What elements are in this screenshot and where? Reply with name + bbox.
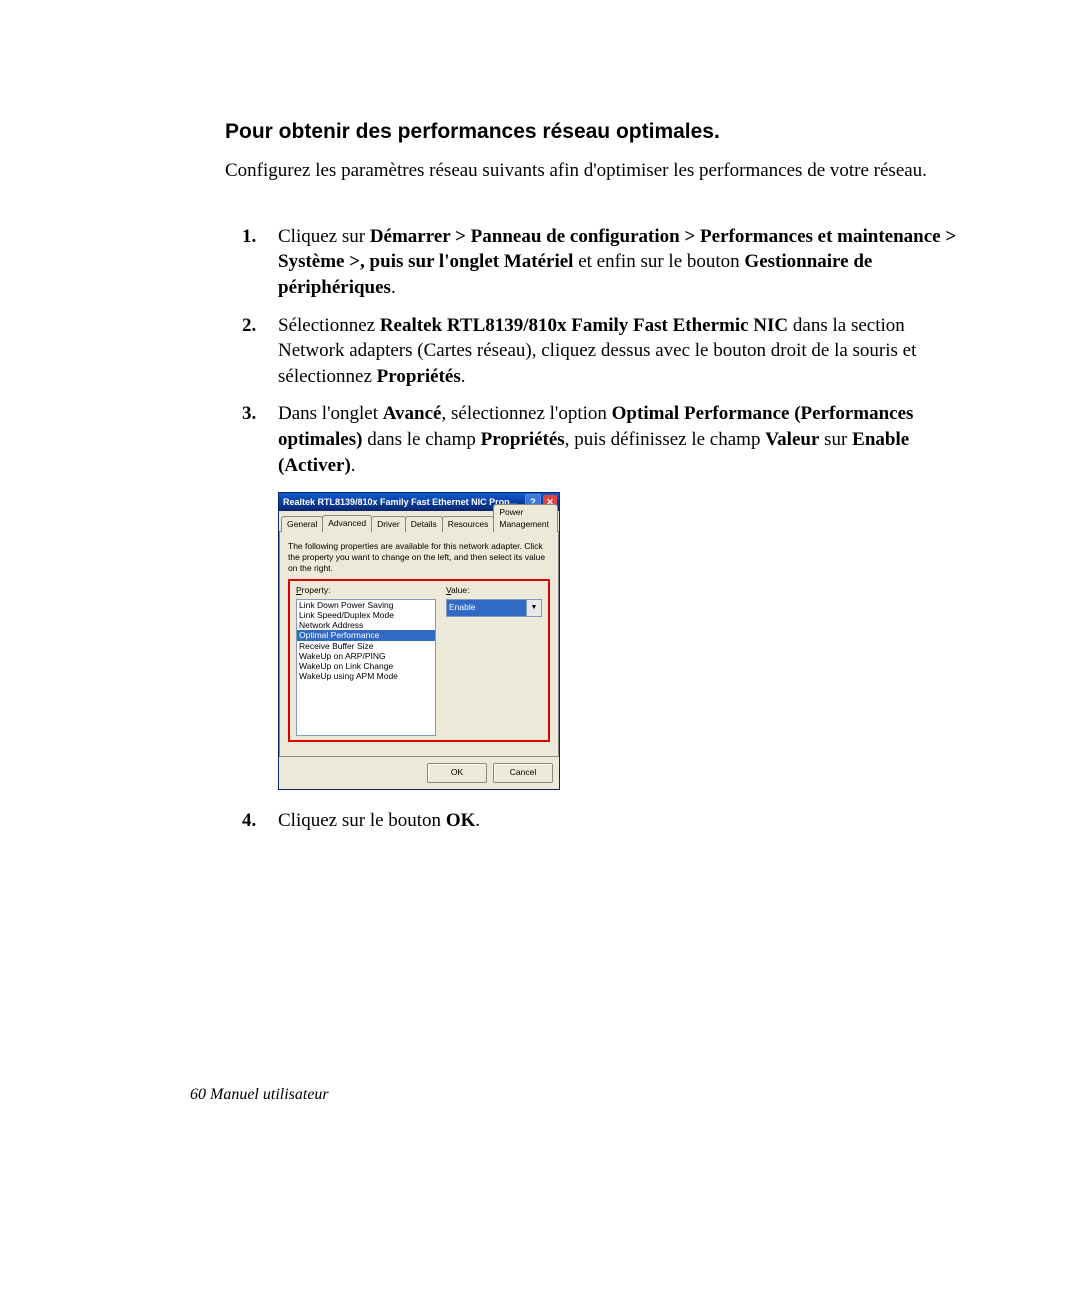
list-item[interactable]: WakeUp on ARP/PING	[297, 651, 435, 661]
list-item[interactable]: Receive Buffer Size	[297, 641, 435, 651]
value-label: Value:	[446, 585, 542, 596]
property-label: Property:	[296, 585, 436, 596]
tab-advanced[interactable]: Advanced	[322, 515, 372, 532]
text-bold: OK	[446, 810, 476, 831]
text: .	[475, 810, 480, 831]
label-rest: alue:	[451, 585, 469, 595]
text: Dans l'onglet	[278, 403, 383, 424]
step-1: Cliquez sur Démarrer > Panneau de config…	[278, 224, 975, 301]
text: Sélectionnez	[278, 315, 380, 336]
list-item-selected[interactable]: Optimal Performance	[297, 630, 435, 640]
text-bold: Valeur	[765, 429, 819, 450]
property-listbox[interactable]: Link Down Power Saving Link Speed/Duplex…	[296, 599, 436, 736]
value-column: Value: Enable ▼	[446, 585, 542, 735]
property-column: Property: Link Down Power Saving Link Sp…	[296, 585, 436, 735]
instruction-text: The following properties are available f…	[288, 541, 550, 573]
list-item[interactable]: WakeUp on Link Change	[297, 661, 435, 671]
ok-button[interactable]: OK	[427, 763, 487, 783]
text: .	[391, 277, 396, 298]
text-bold: Propriétés	[481, 429, 565, 450]
list-item[interactable]: Link Speed/Duplex Mode	[297, 610, 435, 620]
chevron-down-icon[interactable]: ▼	[526, 600, 541, 616]
tab-driver[interactable]: Driver	[371, 516, 406, 532]
list-item[interactable]: WakeUp using APM Mode	[297, 671, 435, 681]
tab-details[interactable]: Details	[405, 516, 443, 532]
step-2: Sélectionnez Realtek RTL8139/810x Family…	[278, 313, 975, 390]
text: sur	[819, 429, 852, 450]
cancel-button[interactable]: Cancel	[493, 763, 553, 783]
list-item[interactable]: Network Address	[297, 620, 435, 630]
intro-paragraph: Configurez les paramètres réseau suivant…	[225, 158, 975, 184]
text: , puis définissez le champ	[565, 429, 766, 450]
highlighted-region: Property: Link Down Power Saving Link Sp…	[288, 579, 550, 741]
dropdown-selected: Enable	[447, 600, 526, 616]
step-3: Dans l'onglet Avancé, sélectionnez l'opt…	[278, 401, 975, 789]
text: Cliquez sur	[278, 226, 370, 247]
text: et enfin sur le bouton	[573, 251, 744, 272]
text-bold: Realtek RTL8139/810x Family Fast Ethermi…	[380, 315, 788, 336]
tab-strip: General Advanced Driver Details Resource…	[279, 514, 559, 532]
document-page: Pour obtenir des performances réseau opt…	[0, 0, 1080, 833]
text: Cliquez sur le bouton	[278, 810, 446, 831]
label-rest: roperty:	[302, 585, 331, 595]
text: .	[351, 455, 356, 476]
text-bold: Propriétés	[377, 366, 461, 387]
text: dans le champ	[362, 429, 480, 450]
text-bold: Avancé	[383, 403, 442, 424]
dialog-screenshot: Realtek RTL8139/810x Family Fast Etherne…	[278, 492, 975, 789]
steps-list: Cliquez sur Démarrer > Panneau de config…	[225, 224, 975, 834]
text: , sélectionnez l'option	[442, 403, 612, 424]
tab-resources[interactable]: Resources	[442, 516, 495, 532]
page-footer: 60 Manuel utilisateur	[190, 1086, 329, 1104]
text: .	[461, 366, 466, 387]
step-4: Cliquez sur le bouton OK.	[278, 808, 975, 834]
value-dropdown[interactable]: Enable ▼	[446, 599, 542, 617]
properties-dialog: Realtek RTL8139/810x Family Fast Etherne…	[278, 492, 560, 789]
list-item[interactable]: Link Down Power Saving	[297, 600, 435, 610]
dialog-buttons: OK Cancel	[279, 757, 559, 789]
tab-general[interactable]: General	[281, 516, 323, 532]
tab-panel-advanced: The following properties are available f…	[279, 531, 559, 756]
tab-power-management[interactable]: Power Management	[493, 504, 558, 532]
window-title: Realtek RTL8139/810x Family Fast Etherne…	[283, 496, 523, 508]
section-heading: Pour obtenir des performances réseau opt…	[225, 120, 975, 144]
